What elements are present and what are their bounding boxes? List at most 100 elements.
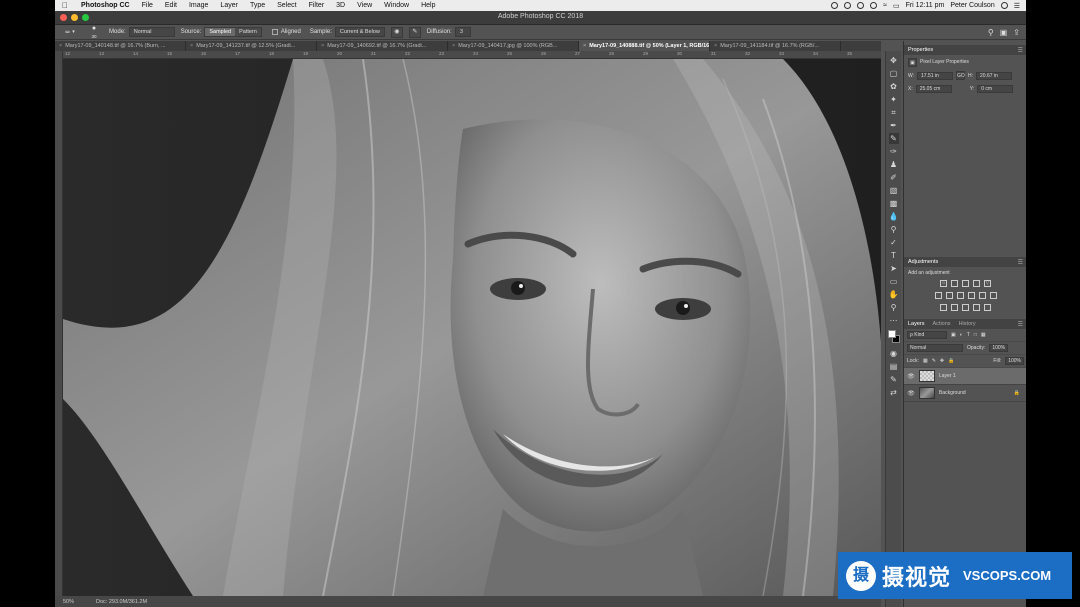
extra-tool-2-icon[interactable]: ⇄: [889, 387, 899, 398]
hand-tool-icon[interactable]: ✋: [889, 289, 899, 300]
screen-mode-icon[interactable]: ▤: [889, 361, 899, 372]
lock-icon[interactable]: 🔒: [1014, 390, 1020, 396]
layer-kind-filter[interactable]: ρ Kind: [907, 331, 947, 339]
document-tab-active[interactable]: × Mary17-09_140888.tif @ 50% (Layer 1, RG…: [579, 41, 710, 51]
levels-icon[interactable]: [951, 280, 958, 287]
panel-menu-icon[interactable]: ☰: [1018, 47, 1023, 54]
height-input[interactable]: 20.67 in: [976, 71, 1013, 80]
wifi-icon[interactable]: ≈: [883, 2, 887, 9]
source-pattern-button[interactable]: Pattern: [235, 28, 261, 36]
aligned-checkbox[interactable]: [271, 29, 278, 35]
sync-icon[interactable]: [844, 2, 852, 9]
filter-smart-object-icon[interactable]: ▦: [981, 332, 986, 338]
more-tools-icon[interactable]: ⋯: [889, 315, 899, 326]
eyedropper-tool-icon[interactable]: ✒: [889, 120, 899, 131]
diffusion-input[interactable]: 3: [454, 27, 471, 37]
extra-tool-icon[interactable]: ✎: [889, 374, 899, 385]
document-tab[interactable]: × Mary17-09_140417.jpg @ 100% (RGB...: [448, 41, 579, 51]
document-tab[interactable]: × Mary17-09_141237.tif @ 12.5% (Gradi...: [186, 41, 317, 51]
menubar-clock[interactable]: Fri 12:11 pm: [906, 2, 945, 9]
document-canvas[interactable]: [63, 59, 881, 596]
brush-size-picker[interactable]: ● 30: [85, 25, 103, 39]
eraser-tool-icon[interactable]: ▧: [889, 185, 899, 196]
lock-all-icon[interactable]: 🔒: [948, 358, 954, 364]
ignore-adjustment-layers-icon[interactable]: ◉: [390, 26, 403, 38]
photo-filter-icon[interactable]: [967, 292, 975, 299]
filter-adjustment-icon[interactable]: ◐: [960, 332, 963, 338]
layer-row-layer-1[interactable]: 👁 Layer 1: [904, 368, 1026, 385]
menu-app-name[interactable]: Photoshop CC: [75, 2, 136, 9]
notification-center-icon[interactable]: ☰: [1014, 2, 1020, 10]
lock-position-icon[interactable]: ✥: [940, 358, 944, 364]
document-tab[interactable]: × Mary17-09_140148.tif @ 16.7% (Burn, ...: [55, 41, 186, 51]
crop-tool-icon[interactable]: ⌗: [889, 107, 899, 118]
panel-menu-icon[interactable]: ☰: [1018, 321, 1023, 328]
filter-pixel-icon[interactable]: ▣: [951, 332, 956, 338]
type-tool-icon[interactable]: T: [889, 250, 899, 261]
visibility-eye-icon[interactable]: 👁: [907, 373, 915, 380]
close-tab-icon[interactable]: ×: [714, 41, 717, 51]
visibility-eye-icon[interactable]: 👁: [907, 390, 915, 397]
tab-history[interactable]: History: [959, 321, 976, 327]
quick-mask-icon[interactable]: ◉: [889, 348, 899, 359]
layer-row-background[interactable]: 👁 Background 🔒: [904, 385, 1026, 402]
filter-type-icon[interactable]: T: [967, 332, 970, 338]
source-sampled-button[interactable]: Sampled: [205, 28, 236, 36]
document-tab[interactable]: × Mary17-09_140692.tif @ 16.7% (Gradi...: [317, 41, 448, 51]
gradient-tool-icon[interactable]: ▩: [889, 198, 899, 209]
black-white-icon[interactable]: [956, 292, 964, 299]
opacity-input[interactable]: 100%: [989, 344, 1009, 352]
workspace-icon[interactable]: ▣: [1000, 28, 1008, 37]
menu-type[interactable]: Type: [244, 2, 271, 9]
path-select-tool-icon[interactable]: ➤: [889, 263, 899, 274]
tab-actions[interactable]: Actions: [933, 321, 951, 327]
close-tab-icon[interactable]: ×: [583, 41, 586, 51]
menu-file[interactable]: File: [136, 2, 159, 9]
close-tab-icon[interactable]: ×: [321, 41, 324, 51]
layer-name[interactable]: Background: [939, 390, 966, 396]
apple-icon[interactable]: : [55, 1, 75, 10]
adjustments-title[interactable]: Adjustments: [908, 259, 938, 265]
shape-tool-icon[interactable]: ▭: [889, 276, 899, 287]
pen-tool-icon[interactable]: ✓: [889, 237, 899, 248]
menu-view[interactable]: View: [351, 2, 378, 9]
close-tab-icon[interactable]: ×: [452, 41, 455, 51]
info-icon[interactable]: [857, 2, 865, 9]
menu-select[interactable]: Select: [271, 2, 302, 9]
properties-title[interactable]: Properties: [908, 47, 933, 53]
posterize-icon[interactable]: [951, 304, 958, 311]
link-icon[interactable]: GO: [956, 71, 966, 80]
healing-brush-tool-icon[interactable]: ✎: [888, 133, 899, 144]
menu-window[interactable]: Window: [378, 2, 415, 9]
vibrance-icon[interactable]: ▽: [984, 280, 991, 287]
panel-menu-icon[interactable]: ☰: [1018, 259, 1023, 266]
zoom-level[interactable]: 50%: [63, 599, 74, 605]
ruler-vertical[interactable]: [55, 51, 63, 596]
mode-select[interactable]: Normal: [128, 27, 175, 37]
fill-input[interactable]: 100%: [1005, 357, 1024, 365]
color-lookup-icon[interactable]: [989, 292, 997, 299]
blur-tool-icon[interactable]: 💧: [889, 211, 899, 222]
ruler-horizontal[interactable]: 12 13 14 15 16 17 18 19 20 21 22 23 24 25 26 27 28 29 30 31…: [63, 51, 881, 59]
threshold-icon[interactable]: [962, 304, 969, 311]
spotlight-icon[interactable]: [1000, 2, 1008, 9]
menubar-user[interactable]: Peter Coulson: [950, 2, 994, 9]
brush-tool-icon[interactable]: ✑: [889, 146, 899, 157]
invert-icon[interactable]: [940, 304, 947, 311]
move-tool-icon[interactable]: ✥: [889, 55, 899, 66]
menu-filter[interactable]: Filter: [303, 2, 331, 9]
pressure-size-icon[interactable]: ✎: [408, 26, 421, 38]
y-input[interactable]: 0 cm: [977, 84, 1014, 93]
lock-pixels-icon[interactable]: ✎: [932, 358, 936, 364]
hue-saturation-icon[interactable]: [934, 292, 942, 299]
zoom-tool-icon[interactable]: ⚲: [889, 302, 899, 313]
foreground-color[interactable]: [887, 330, 896, 338]
menu-help[interactable]: Help: [415, 2, 441, 9]
width-input[interactable]: 17.51 in: [917, 71, 954, 80]
exposure-icon[interactable]: [973, 280, 980, 287]
document-tab[interactable]: × Mary17-09_141184.tif @ 16.7% (RGB/...: [710, 41, 841, 51]
close-tab-icon[interactable]: ×: [59, 41, 62, 51]
lasso-tool-icon[interactable]: ✿: [889, 81, 899, 92]
brightness-contrast-icon[interactable]: ☼: [940, 280, 947, 287]
clone-stamp-tool-icon[interactable]: ♟: [889, 159, 899, 170]
